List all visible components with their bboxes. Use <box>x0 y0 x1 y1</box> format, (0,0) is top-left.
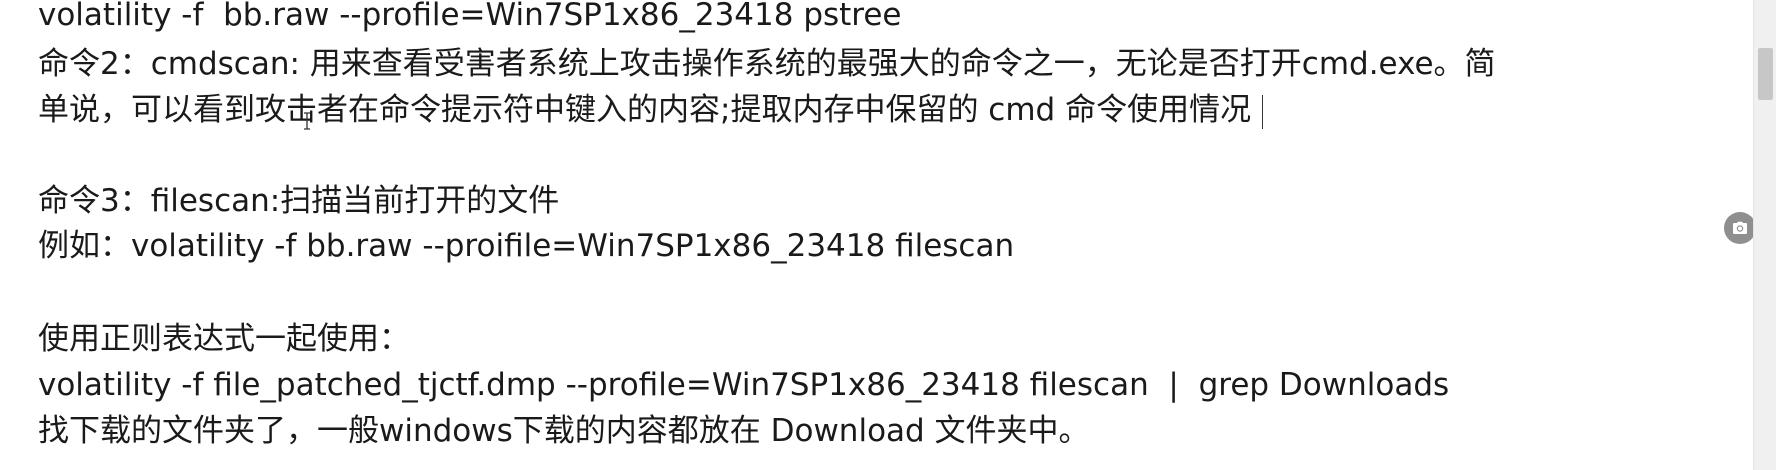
text-content-area[interactable]: volatility -f bb.raw --profile=Win7SP1x8… <box>38 0 1718 470</box>
document-editor[interactable]: volatility -f bb.raw --profile=Win7SP1x8… <box>0 0 1776 470</box>
text-line: 单说，可以看到攻击者在命令提示符中键入的内容;提取内存中保留的 cmd 命令使用… <box>38 92 1252 128</box>
scrollbar-thumb[interactable] <box>1758 48 1773 100</box>
camera-icon <box>1732 221 1748 235</box>
screenshot-button[interactable] <box>1724 212 1756 244</box>
text-line: volatility -f bb.raw --profile=Win7SP1x8… <box>38 0 902 33</box>
vertical-scrollbar[interactable] <box>1753 0 1776 470</box>
text-line: 例如：volatility -f bb.raw --proifile=Win7S… <box>38 228 1015 264</box>
text-caret <box>1262 95 1263 129</box>
text-line: 找下载的文件夹了，一般windows下载的内容都放在 Download 文件夹中… <box>38 413 1090 449</box>
text-cursor-icon <box>303 112 311 130</box>
text-line: 命令2：cmdscan: 用来查看受害者系统上攻击操作系统的最强大的命令之一，无… <box>38 46 1496 82</box>
text-line: 使用正则表达式一起使用： <box>38 321 410 357</box>
text-line: volatility -f file_patched_tjctf.dmp --p… <box>38 367 1450 403</box>
text-line: 命令3：filescan:扫描当前打开的文件 <box>38 183 560 219</box>
